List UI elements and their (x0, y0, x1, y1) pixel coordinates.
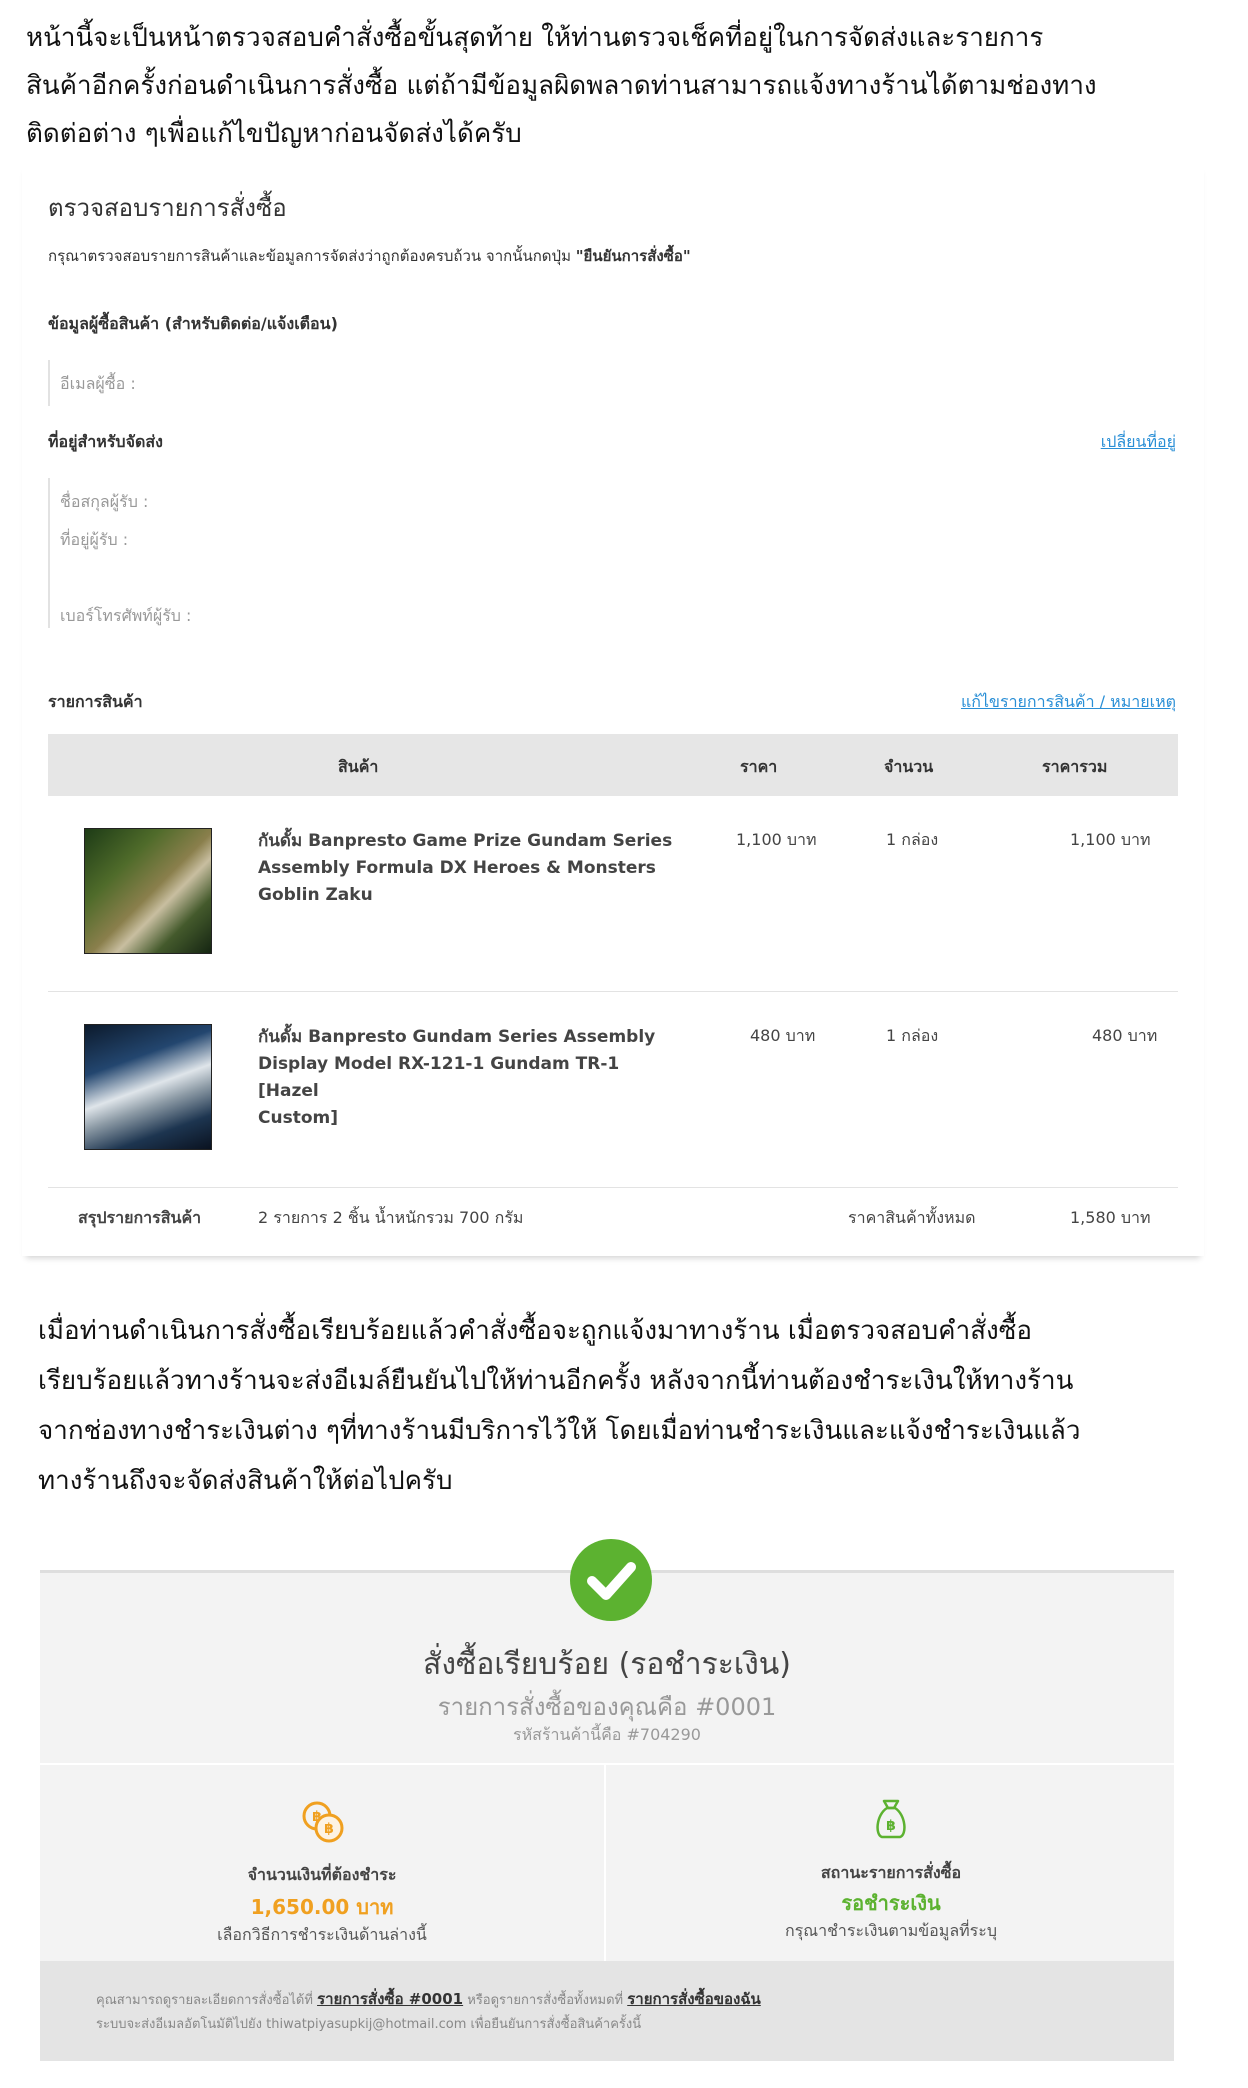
edit-items-link[interactable]: แก้ไขรายการสินค้า / หมายเหตุ (961, 690, 1176, 715)
middle-line: เรียบร้อยแล้วทางร้านจะส่งอีเมล์ยืนยันไปใ… (38, 1366, 1074, 1396)
status-value: รอชำระเงิน (841, 1891, 941, 1915)
product-thumbnail[interactable] (84, 1024, 212, 1150)
recipient-phone-label: เบอร์โทรศัพท์ผู้รับ : (60, 606, 192, 625)
summary-total-label: ราคาสินค้าทั้งหมด (848, 1208, 976, 1227)
column-price: ราคา (740, 757, 778, 776)
summary-label: สรุปรายการสินค้า (78, 1208, 202, 1227)
product-price: 1,100 บาท (736, 830, 817, 849)
product-name[interactable]: กันดั้ม Banpresto Gundam Series Assembly… (258, 1024, 678, 1132)
items-heading: รายการสินค้า (48, 692, 143, 711)
column-total: ราคารวม (1042, 757, 1108, 776)
buyer-email-label: อีเมลผู้ซื้อ : (60, 374, 136, 393)
amount-label: จำนวนเงินที่ต้องชำระ (247, 1865, 397, 1884)
checkout-subtitle: กรุณาตรวจสอบรายการสินค้าและข้อมูลการจัดส… (48, 244, 691, 268)
buyer-info-box (48, 360, 50, 406)
middle-line: จากช่องทางชำระเงินต่าง ๆที่ทางร้านมีบริก… (38, 1416, 1081, 1446)
product-price: 480 บาท (750, 1026, 816, 1045)
table-row: กันดั้ม Banpresto Game Prize Gundam Seri… (48, 796, 1178, 992)
intro-line: หน้านี้จะเป็นหน้าตรวจสอบคำสั่งซื้อขั้นสุ… (26, 23, 1044, 53)
svg-text:฿: ฿ (886, 1818, 896, 1834)
change-address-link[interactable]: เปลี่ยนที่อยู่ (1101, 430, 1176, 455)
items-table-header: สินค้า ราคา จำนวน ราคารวม (48, 734, 1178, 796)
checkmark-icon (570, 1539, 652, 1621)
subtitle-text: กรุณาตรวจสอบรายการสินค้าและข้อมูลการจัดส… (48, 247, 576, 265)
intro-line: สินค้าอีกครั้งก่อนดำเนินการสั่งซื้อ แต่ถ… (26, 71, 1097, 101)
payment-amount-section: ฿ ฿ จำนวนเงินที่ต้องชำระ 1,650.00 บาท เล… (40, 1765, 606, 1961)
checkout-title: ตรวจสอบรายการสั่งซื้อ (48, 194, 287, 222)
recipient-address-label: ที่อยู่ผู้รับ : (60, 530, 129, 549)
column-product: สินค้า (338, 757, 379, 776)
svg-text:฿: ฿ (324, 1821, 334, 1837)
amount-note: เลือกวิธีการชำระเงินด้านล่างนี้ (217, 1925, 427, 1944)
intro-line: ติดต่อต่าง ๆเพื่อแก้ไขปัญหาก่อนจัดส่งได้… (26, 119, 522, 149)
product-name[interactable]: กันดั้ม Banpresto Game Prize Gundam Seri… (258, 828, 678, 909)
order-confirmation-panel: สั่งซื้อเรียบร้อย (รอชำระเงิน) รายการสั่… (40, 1539, 1174, 2061)
confirmation-footer: คุณสามารถดูรายละเอียดการสั่งซื้อได้ที่ ร… (40, 1961, 1174, 2061)
confirmation-title: สั่งซื้อเรียบร้อย (รอชำระเงิน) (423, 1647, 791, 1682)
order-summary-row: สรุปรายการสินค้า 2 รายการ 2 ชิ้น น้ำหนัก… (48, 1192, 1178, 1236)
order-detail-link[interactable]: รายการสั่งซื้อ #0001 (317, 1990, 463, 2008)
intro-paragraph: หน้านี้จะเป็นหน้าตรวจสอบคำสั่งซื้อขั้นสุ… (26, 14, 1226, 158)
footer-line: คุณสามารถดูรายละเอียดการสั่งซื้อได้ที่ ร… (96, 1990, 761, 2008)
my-orders-link[interactable]: รายการสั่งซื้อของฉัน (627, 1990, 761, 2008)
shipping-address-heading: ที่อยู่สำหรับจัดส่ง (48, 432, 163, 451)
product-quantity: 1 กล่อง (886, 1026, 939, 1045)
middle-paragraph: เมื่อท่านดำเนินการสั่งซื้อเรียบร้อยแล้วค… (38, 1306, 1228, 1506)
middle-line: เมื่อท่านดำเนินการสั่งซื้อเรียบร้อยแล้วค… (38, 1316, 1032, 1346)
product-total: 1,100 บาท (1070, 830, 1151, 849)
summary-total-value: 1,580 บาท (1070, 1208, 1151, 1227)
amount-value: 1,650.00 บาท (250, 1895, 394, 1919)
buyer-info-heading: ข้อมูลผู้ซื้อสินค้า (สำหรับติดต่อ/แจ้งเต… (48, 314, 338, 333)
coins-icon: ฿ ฿ (298, 1797, 348, 1847)
product-thumbnail[interactable] (84, 828, 212, 954)
money-bag-icon: ฿ (866, 1793, 916, 1843)
footer-email-note: ระบบจะส่งอีเมลอัตโนมัติไปยัง thiwatpiyas… (96, 2017, 642, 2032)
summary-details: 2 รายการ 2 ชิ้น น้ำหนักรวม 700 กรัม (258, 1208, 524, 1227)
table-row: กันดั้ม Banpresto Gundam Series Assembly… (48, 992, 1178, 1188)
order-status-section: ฿ สถานะรายการสั่งซื้อ รอชำระเงิน กรุณาชำ… (608, 1765, 1174, 1961)
shop-code: รหัสร้านค้านี้คือ #704290 (513, 1725, 701, 1744)
product-quantity: 1 กล่อง (886, 830, 939, 849)
shipping-info-box (48, 478, 50, 628)
middle-line: ทางร้านถึงจะจัดส่งสินค้าให้ต่อไปครับ (38, 1466, 453, 1496)
product-total: 480 บาท (1092, 1026, 1158, 1045)
recipient-name-label: ชื่อสกุลผู้รับ : (60, 492, 149, 511)
order-number: รายการสั่งซื้อของคุณคือ #0001 (437, 1693, 777, 1721)
checkout-review-panel: ตรวจสอบรายการสั่งซื้อ กรุณาตรวจสอบรายการ… (22, 162, 1204, 1256)
status-label: สถานะรายการสั่งซื้อ (820, 1863, 962, 1882)
subtitle-confirm-button-ref: "ยืนยันการสั่งซื้อ" (575, 247, 691, 265)
column-quantity: จำนวน (884, 757, 934, 776)
status-note: กรุณาชำระเงินตามข้อมูลที่ระบุ (784, 1921, 998, 1940)
